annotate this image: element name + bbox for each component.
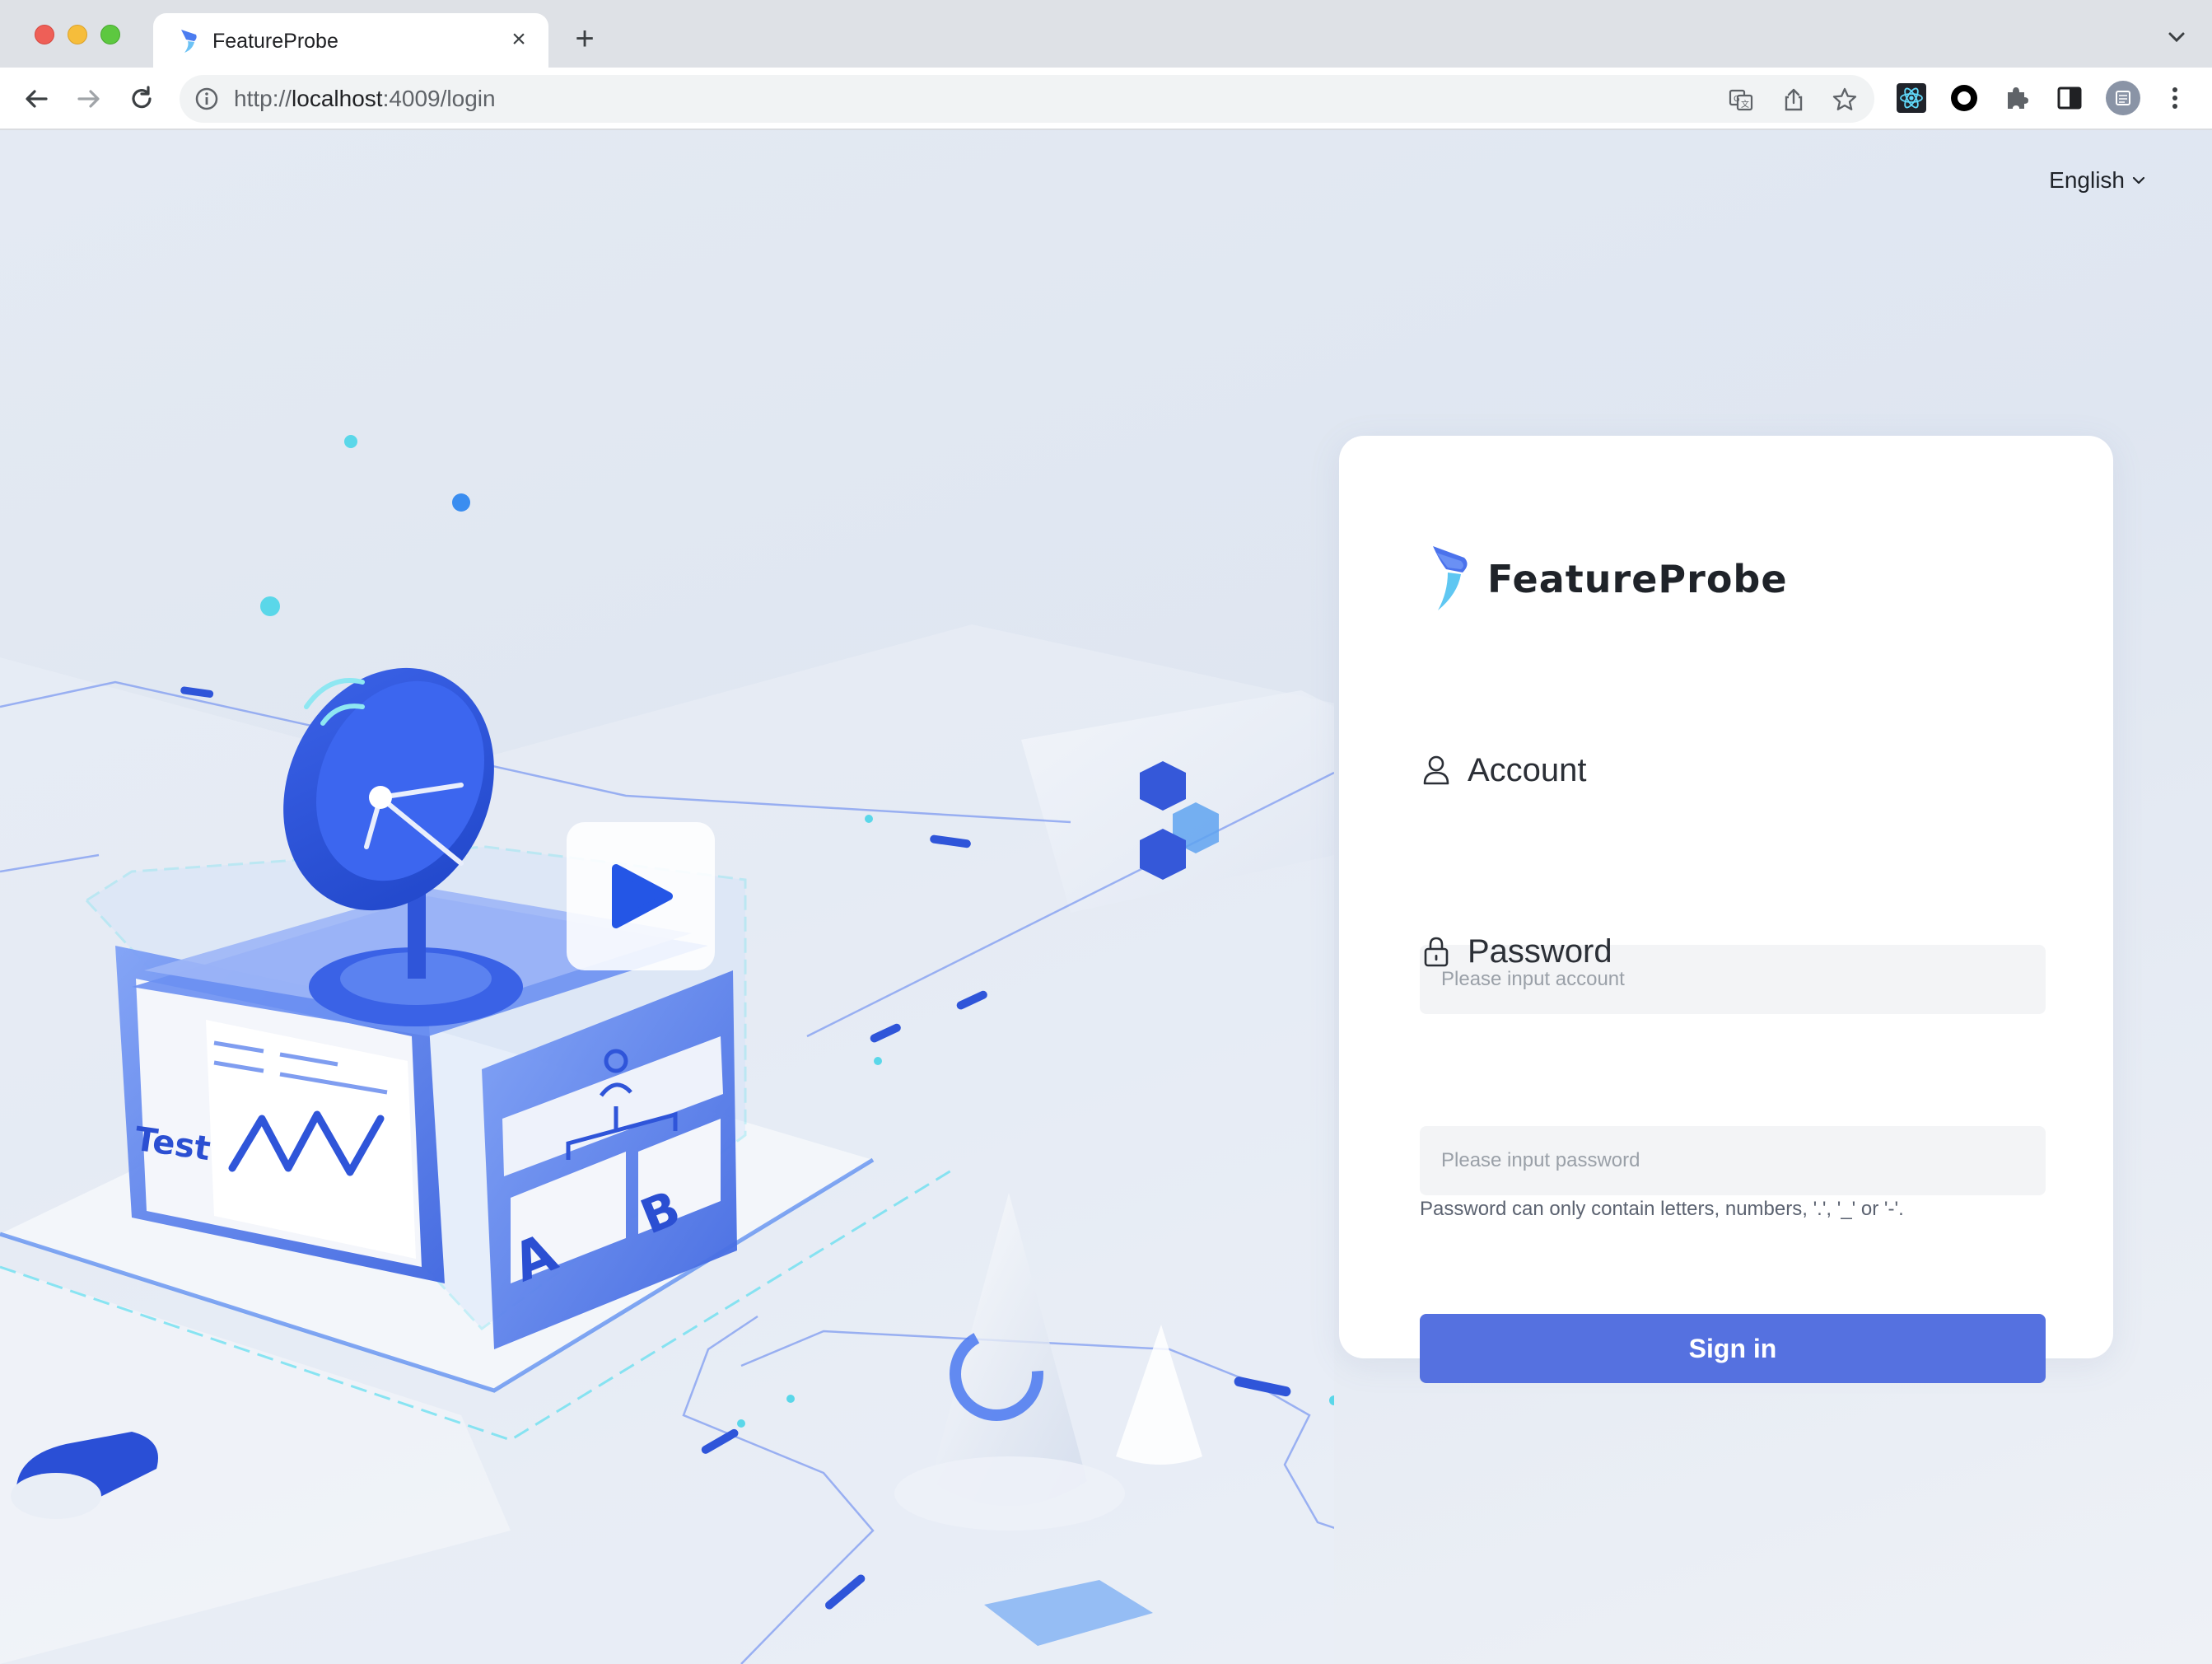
side-panel-icon[interactable]: [2054, 82, 2085, 114]
forward-arrow-icon[interactable]: [72, 82, 105, 115]
featureprobe-logo-icon: [1433, 546, 1468, 610]
tab-search-chevron-icon[interactable]: [2166, 26, 2187, 48]
profile-avatar-icon[interactable]: [2105, 80, 2141, 116]
sign-in-button[interactable]: Sign in: [1420, 1314, 2046, 1383]
brand-logo: FeatureProbe: [1428, 543, 1788, 615]
language-label: English: [2049, 167, 2125, 193]
user-icon: [1423, 755, 1449, 785]
bookmark-star-icon[interactable]: [1832, 86, 1858, 113]
circle-extension-icon[interactable]: [1948, 82, 1980, 114]
featureprobe-favicon-icon: [181, 30, 197, 53]
browser-tab[interactable]: FeatureProbe ×: [153, 13, 548, 68]
account-label-text: Account: [1468, 752, 1587, 788]
svg-text:文: 文: [1741, 99, 1749, 110]
new-tab-button[interactable]: +: [568, 22, 601, 56]
tab-close-icon[interactable]: ×: [504, 25, 534, 54]
svg-text:G: G: [1734, 95, 1740, 104]
close-window-button[interactable]: [35, 25, 54, 44]
language-selector[interactable]: English: [2049, 166, 2146, 194]
account-label: Account: [1421, 750, 1587, 790]
browser-toolbar: http://localhost:4009/login G 文: [0, 68, 2212, 130]
site-info-icon[interactable]: [194, 86, 219, 111]
share-icon[interactable]: [1780, 86, 1807, 113]
translate-icon[interactable]: G 文: [1728, 86, 1754, 113]
address-bar[interactable]: http://localhost:4009/login G 文: [180, 75, 1874, 123]
extensions-puzzle-icon[interactable]: [2001, 82, 2032, 114]
brand-name: FeatureProbe: [1487, 557, 1788, 601]
password-label-text: Password: [1468, 933, 1612, 970]
react-devtools-icon[interactable]: [1896, 82, 1927, 114]
browser-menu-kebab-icon[interactable]: [2159, 82, 2191, 114]
password-label: Password: [1421, 932, 1612, 971]
password-hint: Password can only contain letters, numbe…: [1420, 1198, 1904, 1220]
hero-illustration: Test A B: [0, 435, 1334, 1664]
reload-icon[interactable]: [125, 82, 158, 115]
login-page: Test A B English FeatureProbe Account Pl…: [0, 130, 2212, 1664]
zoom-window-button[interactable]: [100, 25, 120, 44]
browser-tabstrip: FeatureProbe × +: [0, 0, 2212, 68]
tab-title: FeatureProbe: [212, 30, 338, 53]
url-text: http://localhost:4009/login: [234, 86, 496, 111]
back-arrow-icon[interactable]: [20, 82, 53, 115]
minimize-window-button[interactable]: [68, 25, 87, 44]
password-input[interactable]: [1420, 1126, 2046, 1195]
chevron-down-icon: [2132, 176, 2145, 185]
login-card: FeatureProbe Account Password Password c…: [1339, 436, 2113, 1383]
lock-icon: [1424, 937, 1449, 967]
